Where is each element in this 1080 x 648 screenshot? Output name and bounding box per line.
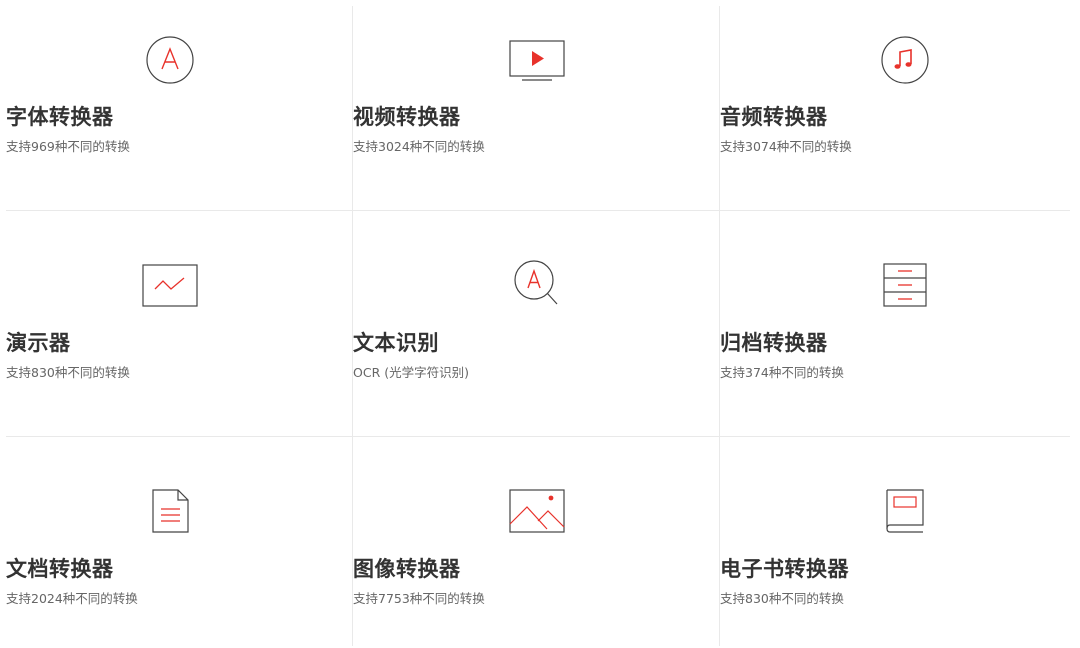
card-title: 电子书转换器 [720,557,849,581]
card-title: 视频转换器 [353,105,461,129]
image-icon [509,489,565,533]
card-title: 归档转换器 [720,331,828,355]
card-title: 图像转换器 [353,557,461,581]
card-title: 演示器 [6,331,71,355]
card-description: 支持3024种不同的转换 [353,139,485,154]
card-title: 文档转换器 [6,557,114,581]
ocr-content: 文本识别 OCR (光学字符识别) [353,211,720,437]
font-icon [146,36,194,84]
document-converter-content: 文档转换器 支持2024种不同的转换 [6,437,353,648]
archive-icon [883,263,927,307]
card-description: 支持2024种不同的转换 [6,591,138,606]
card-title: 音频转换器 [720,105,828,129]
card-description: 支持830种不同的转换 [6,365,130,380]
card-description: 支持969种不同的转换 [6,139,130,154]
presentation-icon [142,264,198,307]
card-description: OCR (光学字符识别) [353,365,469,380]
image-converter-content: 图像转换器 支持7753种不同的转换 [353,437,720,648]
ebook-icon [886,489,924,533]
document-icon [152,489,189,533]
card-title: 字体转换器 [6,105,114,129]
video-converter-content: 视频转换器 支持3024种不同的转换 [353,0,720,211]
card-description: 支持374种不同的转换 [720,365,844,380]
ocr-magnifier-icon [514,260,558,305]
font-converter-content: 字体转换器 支持969种不同的转换 [6,0,353,211]
card-description: 支持3074种不同的转换 [720,139,852,154]
archive-converter-content: 归档转换器 支持374种不同的转换 [720,211,1070,437]
ebook-converter-content: 电子书转换器 支持830种不同的转换 [720,437,1070,648]
audio-converter-content: 音频转换器 支持3074种不同的转换 [720,0,1070,211]
video-icon [509,40,565,81]
presentation-converter-content: 演示器 支持830种不同的转换 [6,211,353,437]
card-description: 支持7753种不同的转换 [353,591,485,606]
card-title: 文本识别 [353,331,439,355]
music-note-icon [881,36,929,84]
card-description: 支持830种不同的转换 [720,591,844,606]
